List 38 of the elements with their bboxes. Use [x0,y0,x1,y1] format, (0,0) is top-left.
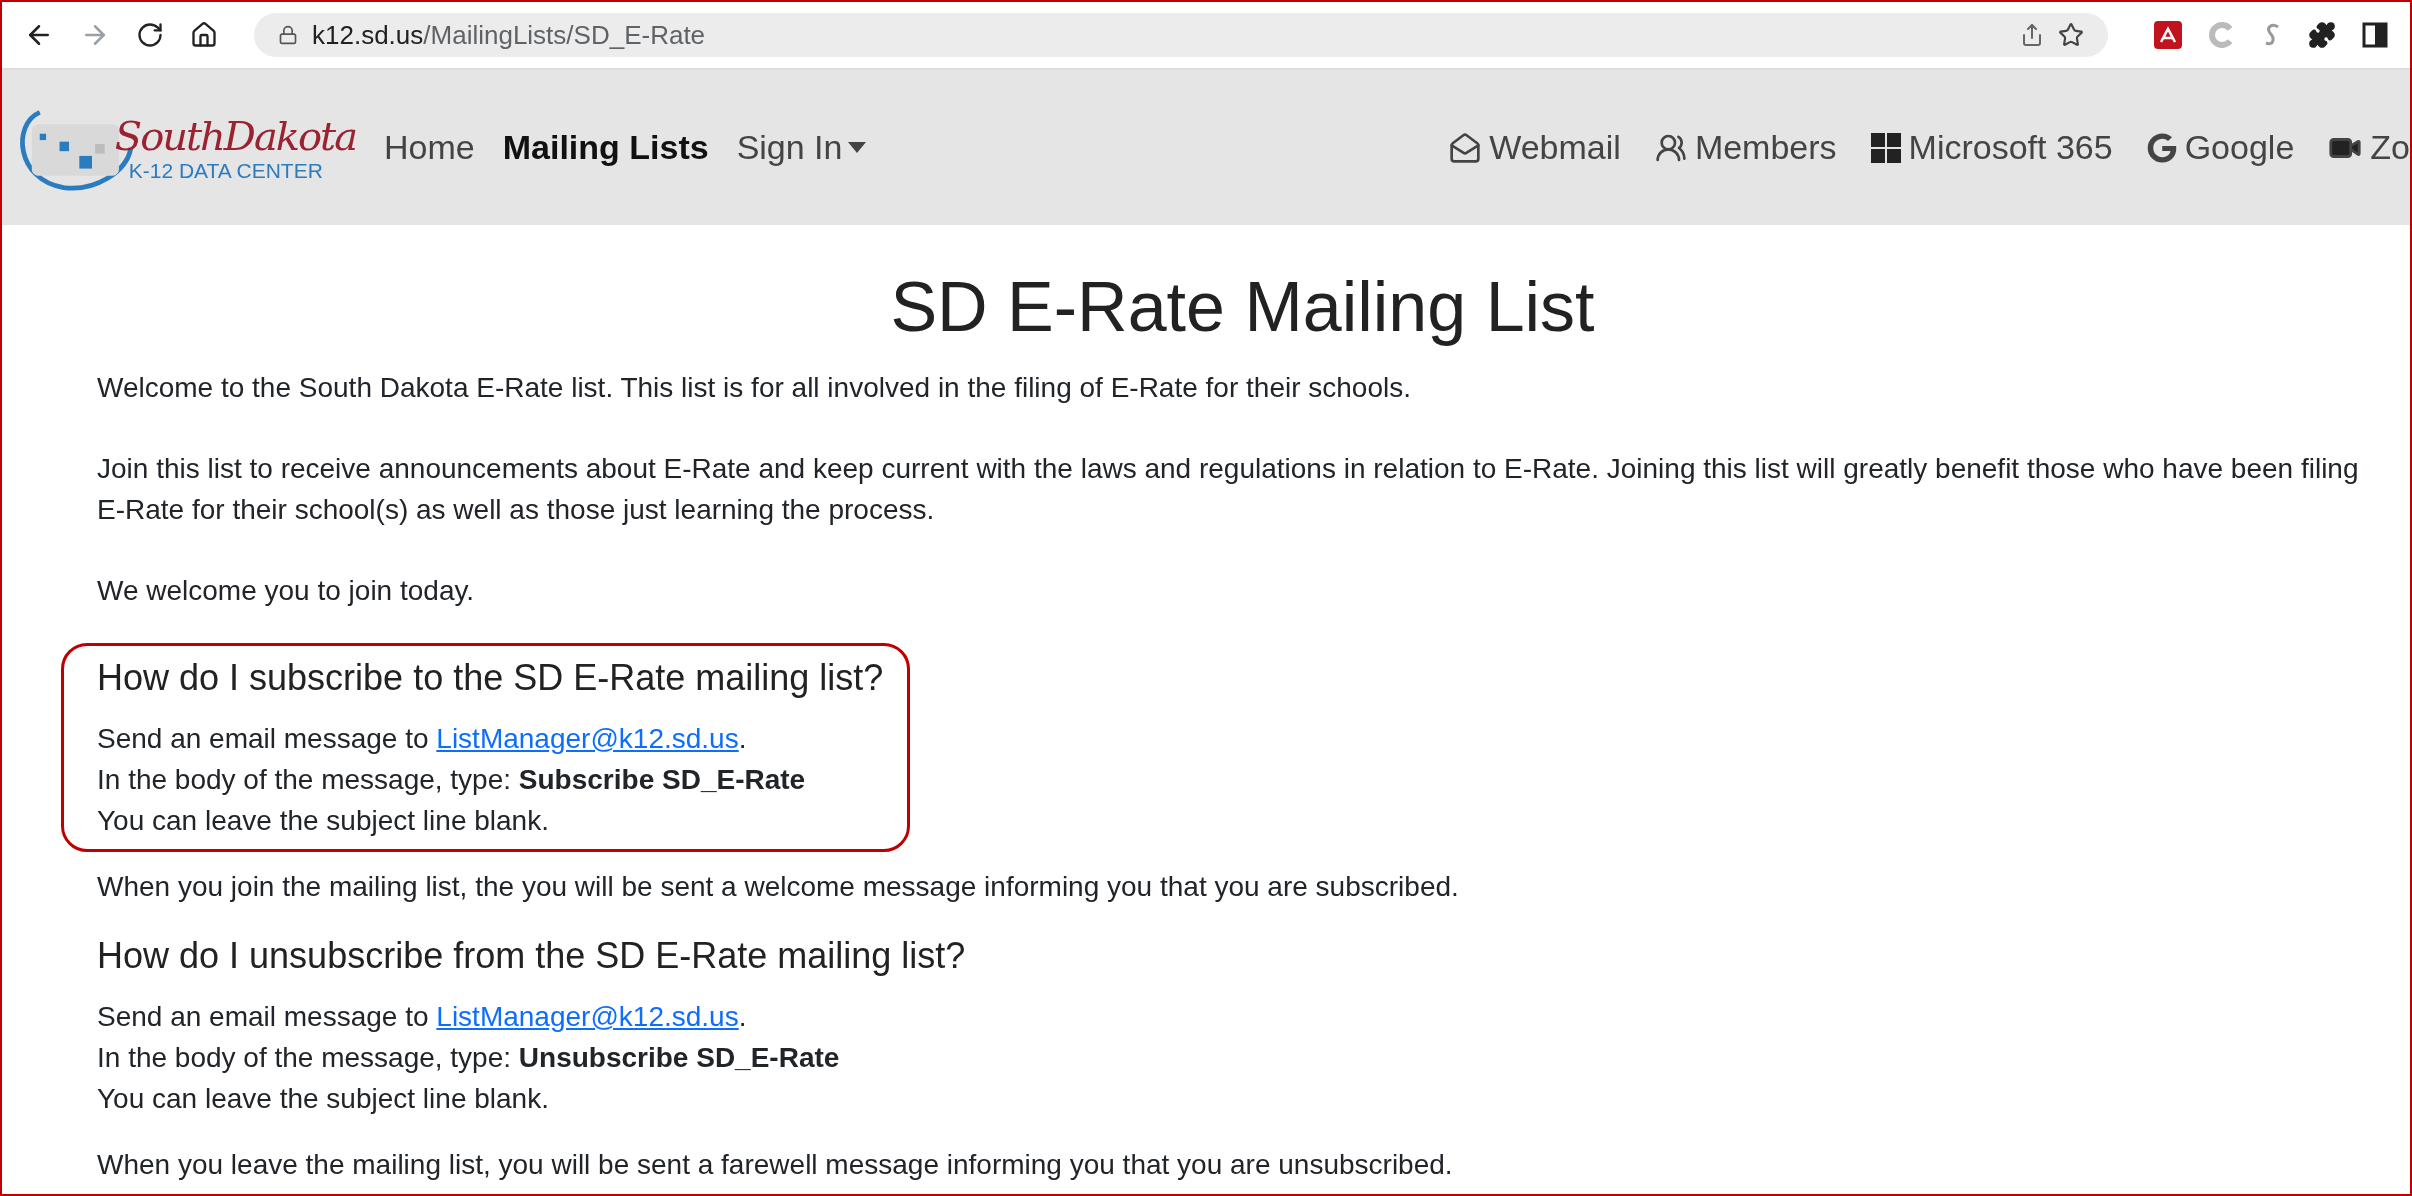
instruction-text: You can leave the subject line blank. [97,804,550,838]
quick-link[interactable]: Zo [2328,128,2410,167]
windows-icon [1870,132,1901,163]
nav-link[interactable]: Home [384,128,475,167]
intro-paragraph: We welcome you to join today. [97,574,476,608]
lock-icon [278,25,298,45]
instruction-text: In the body of the message, type: Subscribe SD_E-Rate [97,763,807,797]
instruction-text: In the body of the message, type: Unsubscribe SD_E-Rate [97,1041,841,1075]
logo-script-text: SouthDakota [114,112,356,159]
home-icon[interactable] [190,21,218,49]
nav-link[interactable]: Sign In [736,128,867,167]
quick-link[interactable]: Microsoft 365 [1870,128,2113,167]
pdf-extension-icon[interactable] [2154,21,2182,49]
reload-icon[interactable] [136,21,164,49]
instruction-text: Send an email message to ListManager@k12.sd.us. [97,1000,748,1034]
instruction-text: You can leave the subject line blank. [97,1082,550,1116]
side-panel-icon[interactable] [2362,22,2388,48]
nav-link[interactable]: Mailing Lists [502,128,709,167]
star-icon[interactable] [2058,22,2084,48]
section-heading: How do I unsubscribe from the SD E-Rate mailing list? [97,934,966,978]
email-link[interactable]: ListManager@k12.sd.us [436,1001,739,1032]
email-link[interactable]: ListManager@k12.sd.us [436,723,739,754]
intro-paragraph: Welcome to the South Dakota E-Rate list. This list is for all involved in the filing of E-Rate for their schools. [97,371,1412,405]
mail-icon [1449,131,1482,164]
puzzle-icon[interactable] [2308,21,2336,49]
quick-link[interactable]: Members [1654,128,1837,167]
logo-subtitle: K-12 DATA CENTER [128,158,324,183]
quick-link[interactable]: Google [2146,128,2295,167]
instruction-text: Send an email message to ListManager@k12.sd.us. [97,722,748,756]
info-paragraph: When you join the mailing list, the you will be sent a welcome message informing you that you are subscribed. [97,870,1460,904]
address-bar[interactable]: k12.sd.us/MailingLists/SD_E-Rate [254,13,2108,57]
intro-paragraph: Join this list to receive announcements about E-Rate and keep current with the laws and regulations in relation to E-Rate. Joining this list will greatly benefit those who have been filing E-Rate for their school(s) as well as those just learning the process. [97,452,2360,527]
quick-link[interactable]: Webmail [1449,128,1621,167]
page-title: SD E-Rate Mailing List [889,267,1596,347]
section-heading: How do I subscribe to the SD E-Rate mailing list? [97,656,884,700]
share-icon[interactable] [2020,23,2044,47]
info-paragraph: When you leave the mailing list, you will be sent a farewell message informing you that you are unsubscribed. [97,1148,1454,1182]
google-icon [2146,132,2177,163]
